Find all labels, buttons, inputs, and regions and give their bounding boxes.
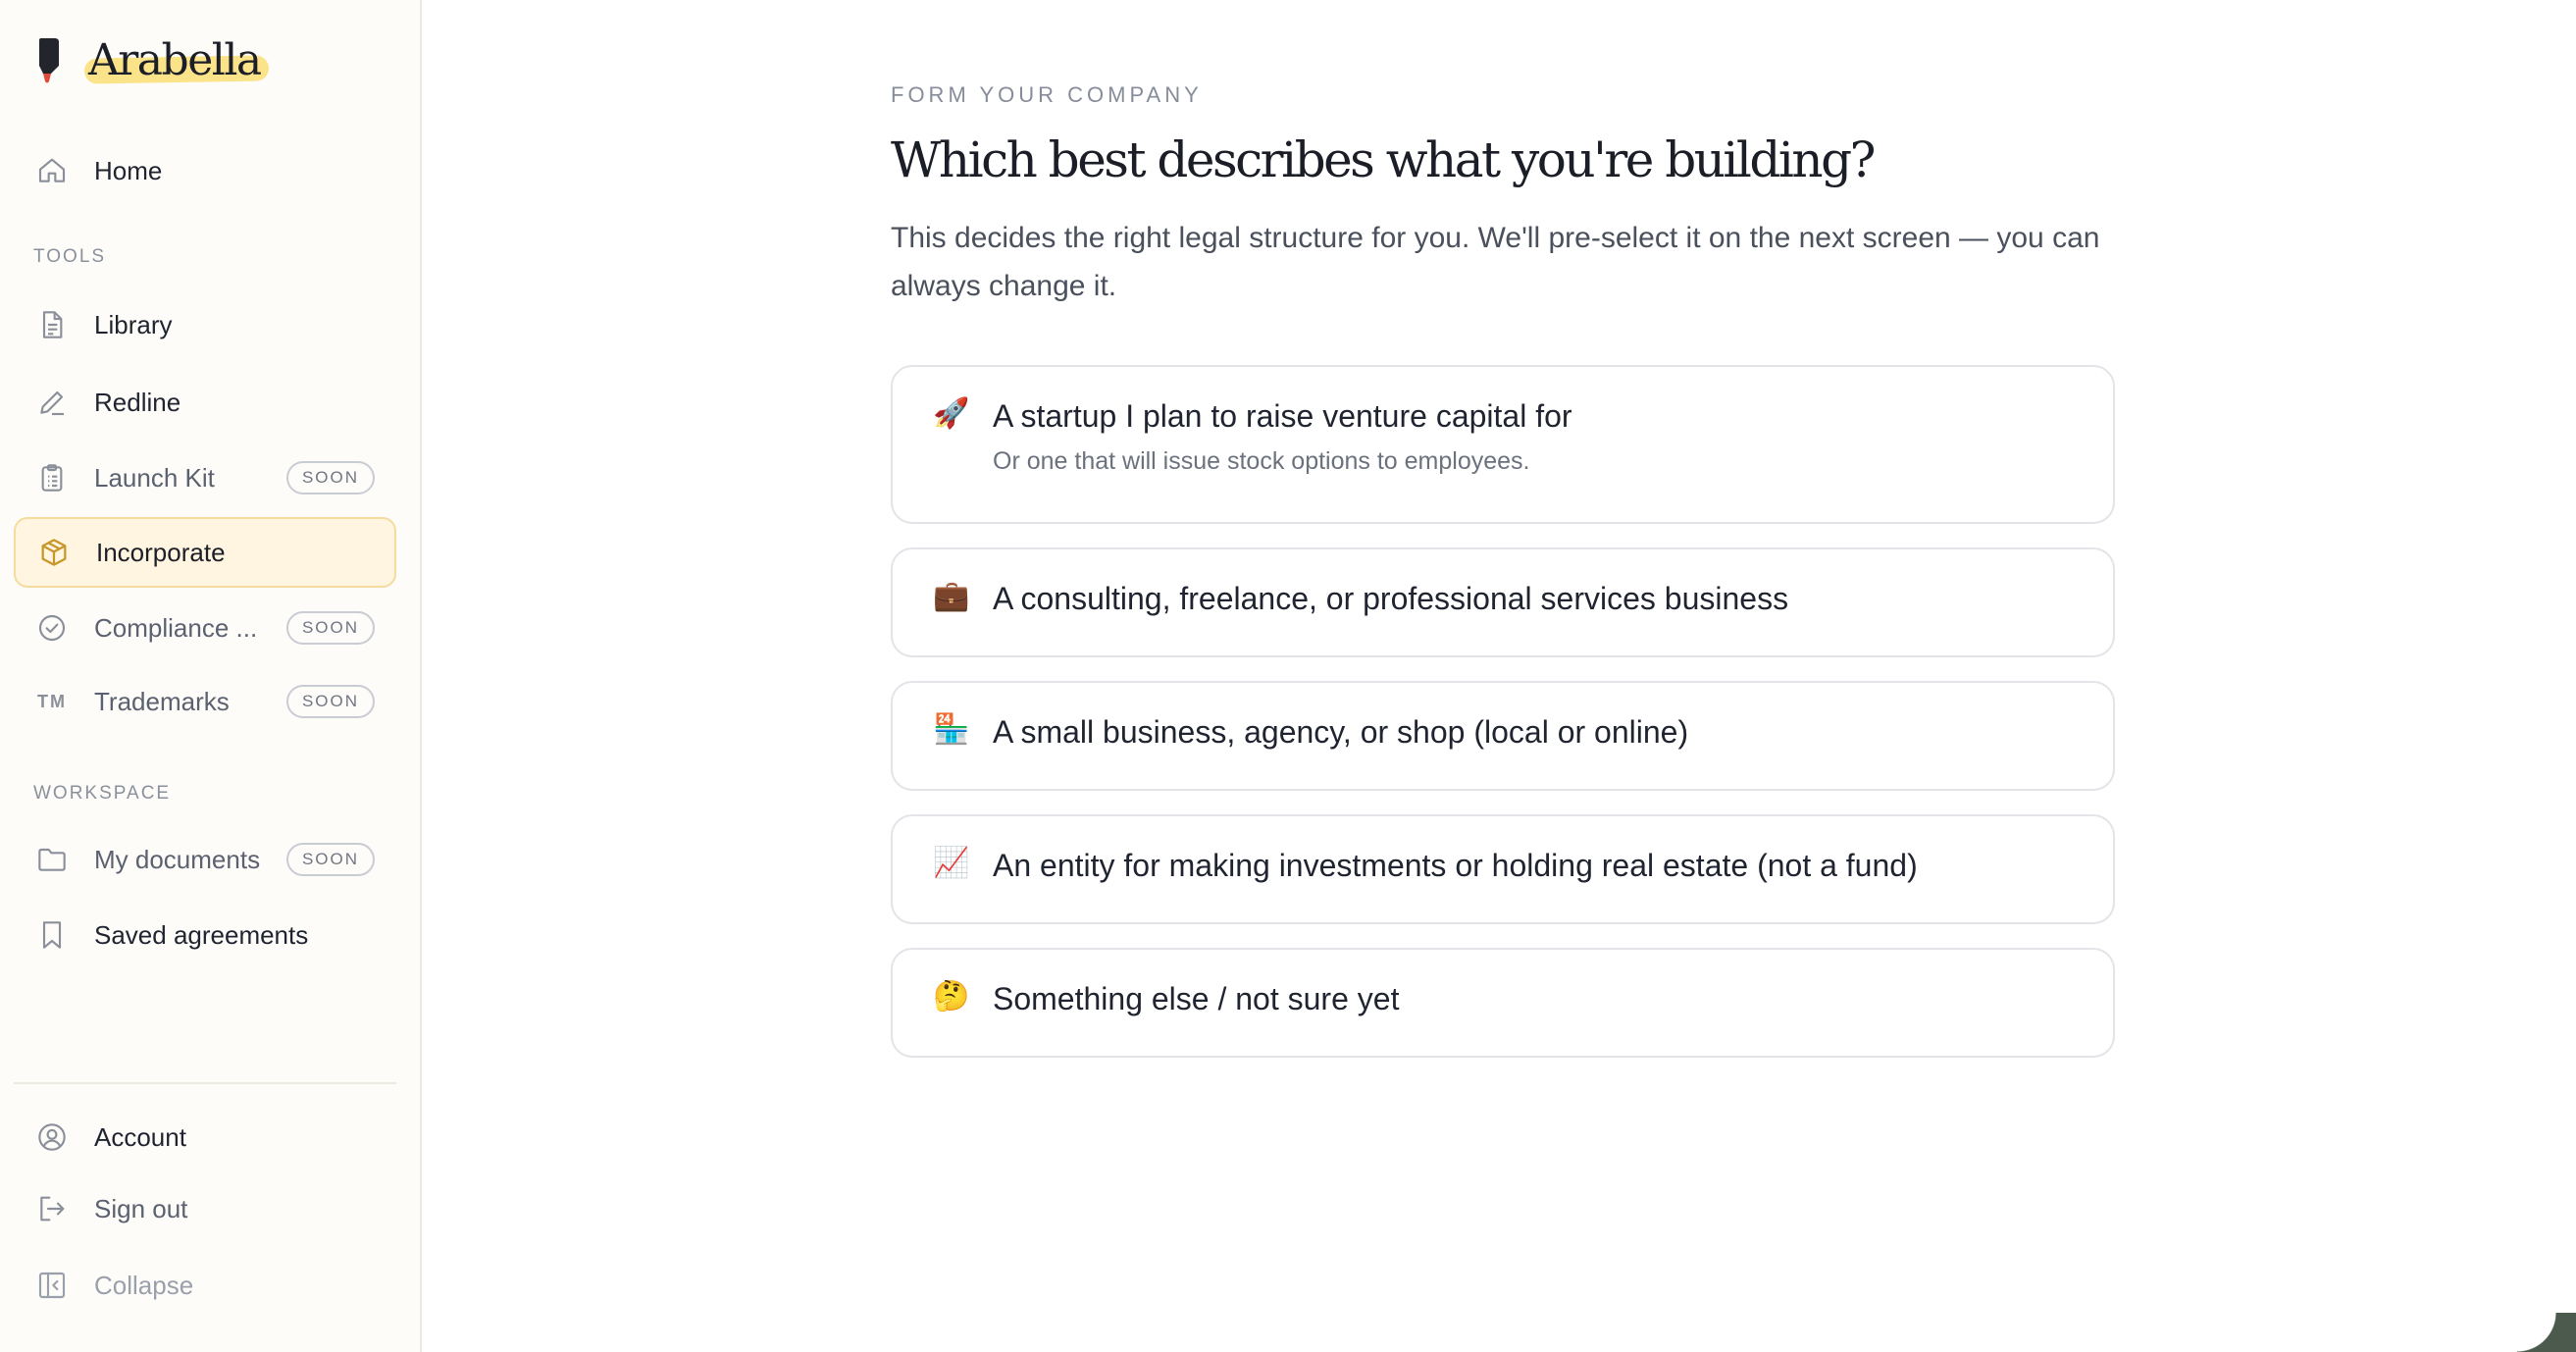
option-title: A consulting, freelance, or professional… — [993, 581, 1789, 616]
option-not-sure[interactable]: 🤔 Something else / not sure yet — [891, 948, 2115, 1058]
sidebar: Arabella Home TOOLS Library Redline Laun… — [0, 0, 422, 1352]
storefront-icon: 🏪 — [933, 713, 970, 746]
page-title: Which best describes what you're buildin… — [891, 131, 1876, 188]
sidebar-item-trademarks[interactable]: TM Trademarks SOON — [14, 666, 396, 737]
chart-increasing-icon: 📈 — [933, 847, 970, 879]
eyebrow-label: FORM YOUR COMPANY — [891, 82, 1203, 107]
sidebar-item-incorporate[interactable]: Incorporate — [14, 517, 396, 588]
check-circle-icon — [35, 611, 69, 645]
sidebar-item-home[interactable]: Home — [14, 135, 396, 206]
sidebar-item-my-documents[interactable]: My documents SOON — [14, 824, 396, 895]
document-icon — [35, 308, 69, 341]
user-circle-icon — [35, 1120, 69, 1154]
pen-icon — [35, 386, 69, 419]
sidebar-item-redline[interactable]: Redline — [14, 367, 396, 438]
sign-out-icon — [35, 1192, 69, 1225]
option-title: Something else / not sure yet — [993, 981, 1400, 1016]
soon-badge: SOON — [285, 685, 375, 718]
window-corner — [2517, 1313, 2576, 1352]
package-icon — [37, 536, 71, 569]
sidebar-item-saved-agreements[interactable]: Saved agreements — [14, 900, 396, 970]
option-description: Or one that will issue stock options to … — [993, 447, 1530, 475]
sidebar-item-label: Collapse — [94, 1270, 194, 1300]
sidebar-item-label: Library — [94, 309, 173, 339]
option-investment-entity[interactable]: 📈 An entity for making investments or ho… — [891, 814, 2115, 924]
collapse-sidebar-button[interactable]: Collapse — [14, 1250, 396, 1321]
sidebar-item-compliance[interactable]: Compliance ... SOON — [14, 593, 396, 663]
sidebar-item-label: My documents — [94, 844, 261, 874]
home-icon — [35, 154, 69, 187]
sidebar-item-label: Saved agreements — [94, 919, 309, 950]
sidebar-item-label: Compliance ... — [94, 612, 258, 643]
soon-badge: SOON — [285, 843, 375, 876]
option-small-business[interactable]: 🏪 A small business, agency, or shop (loc… — [891, 681, 2115, 791]
option-title: An entity for making investments or hold… — [993, 848, 1918, 883]
sidebar-item-label: Trademarks — [94, 686, 230, 716]
sidebar-item-label: Redline — [94, 387, 181, 417]
marker-pen-icon — [39, 37, 59, 82]
sidebar-divider — [14, 1082, 396, 1084]
brand[interactable]: Arabella — [33, 35, 265, 85]
page-subtitle: This decides the right legal structure f… — [891, 222, 2100, 302]
app-window: Arabella Home TOOLS Library Redline Laun… — [0, 0, 2576, 1352]
brand-name: Arabella — [84, 35, 265, 85]
collapse-sidebar-icon — [35, 1269, 69, 1302]
rocket-icon: 🚀 — [933, 397, 970, 430]
soon-badge: SOON — [285, 611, 375, 645]
soon-badge: SOON — [285, 461, 375, 494]
sidebar-item-label: Home — [94, 155, 163, 185]
sidebar-item-label: Account — [94, 1121, 186, 1152]
trademark-icon: TM — [37, 691, 67, 711]
main-content: FORM YOUR COMPANY Which best describes w… — [422, 0, 2576, 1352]
sidebar-item-launch-kit[interactable]: Launch Kit SOON — [14, 442, 396, 513]
briefcase-icon: 💼 — [933, 580, 970, 612]
thinking-face-icon: 🤔 — [933, 980, 970, 1013]
section-label-tools: TOOLS — [33, 246, 107, 267]
sign-out-button[interactable]: Sign out — [14, 1173, 396, 1244]
option-title: A small business, agency, or shop (local… — [993, 714, 1689, 750]
option-professional-services[interactable]: 💼 A consulting, freelance, or profession… — [891, 547, 2115, 657]
option-title: A startup I plan to raise venture capita… — [993, 398, 1572, 434]
sidebar-item-account[interactable]: Account — [14, 1102, 396, 1172]
sidebar-item-library[interactable]: Library — [14, 289, 396, 360]
folder-icon — [35, 843, 69, 876]
bookmark-icon — [35, 918, 69, 952]
sidebar-item-label: Sign out — [94, 1193, 188, 1223]
sidebar-item-label: Incorporate — [96, 537, 226, 567]
sidebar-item-label: Launch Kit — [94, 462, 215, 493]
option-venture-startup[interactable]: 🚀 A startup I plan to raise venture capi… — [891, 365, 2115, 524]
business-type-options: 🚀 A startup I plan to raise venture capi… — [891, 365, 2115, 1081]
clipboard-icon — [35, 461, 69, 494]
section-label-workspace: WORKSPACE — [33, 783, 172, 804]
